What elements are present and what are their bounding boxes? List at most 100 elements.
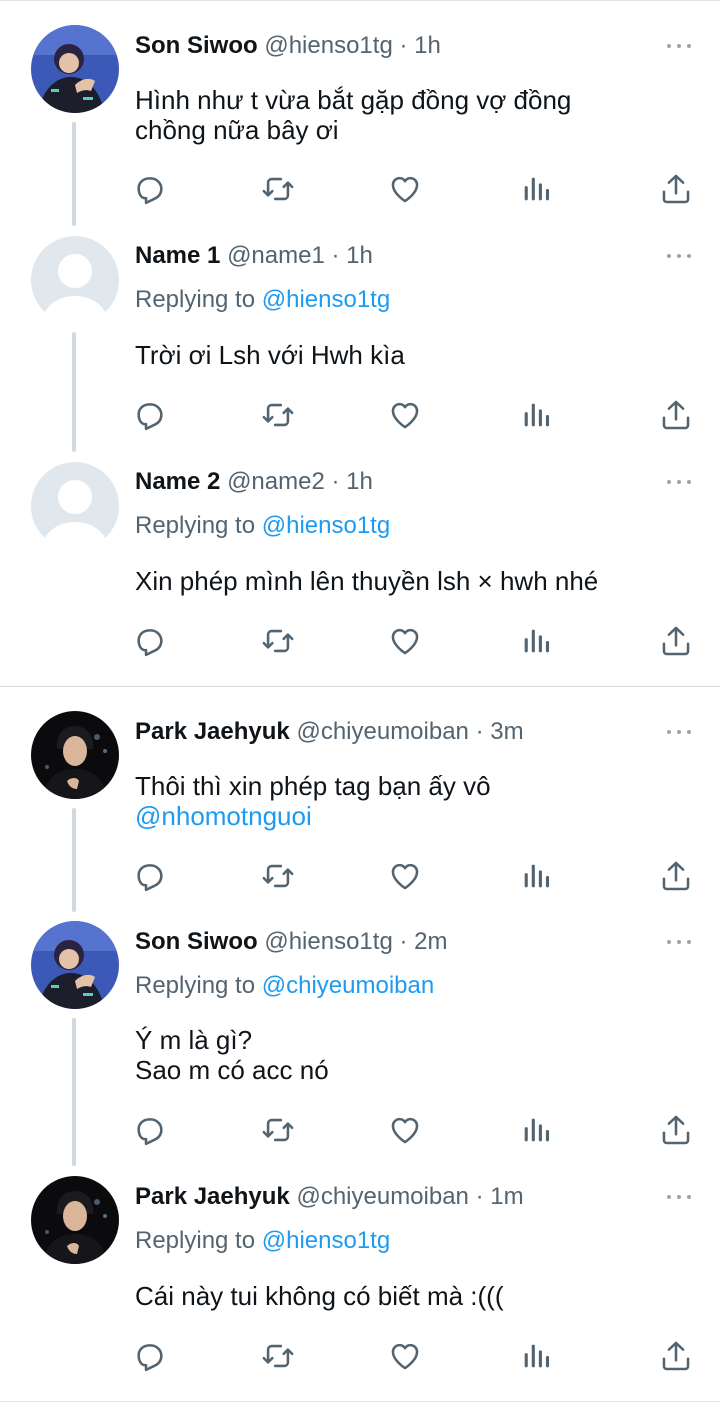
user-handle[interactable]: @name2 xyxy=(227,468,325,495)
display-name[interactable]: Name 1 xyxy=(135,242,220,269)
user-handle[interactable]: @hienso1tg xyxy=(264,928,392,955)
tweet-header: Son Siwoo @hienso1tg · 2m xyxy=(135,927,447,957)
more-icon[interactable] xyxy=(666,477,692,487)
avatar-image xyxy=(31,1176,119,1264)
tweet-text: Thôi thì xin phép tag bạn ấy vô @nhomotn… xyxy=(135,771,491,831)
user-handle[interactable]: @chiyeumoiban xyxy=(296,1183,468,1210)
more-icon[interactable] xyxy=(666,727,692,737)
user-handle[interactable]: @name1 xyxy=(227,242,325,269)
replying-to-handle[interactable]: @chiyeumoiban xyxy=(262,972,434,999)
replying-to: Replying to @chiyeumoiban xyxy=(135,971,434,1001)
replying-to-label: Replying to xyxy=(135,972,262,999)
tweet-header: Name 2 @name2 · 1h xyxy=(135,467,373,497)
share-icon[interactable] xyxy=(659,859,693,893)
share-icon[interactable] xyxy=(659,1113,693,1147)
reply-icon[interactable] xyxy=(133,398,167,432)
views-icon[interactable] xyxy=(519,859,553,893)
tweet-header: Park Jaehyuk @chiyeumoiban · 1m xyxy=(135,1182,524,1212)
display-name[interactable]: Park Jaehyuk xyxy=(135,1183,290,1210)
retweet-icon[interactable] xyxy=(261,1339,295,1373)
tweet-text: Ý m là gì? Sao m có acc nó xyxy=(135,1025,329,1085)
avatar[interactable] xyxy=(31,25,119,113)
display-name[interactable]: Name 2 xyxy=(135,468,220,495)
timestamp[interactable]: 2m xyxy=(414,928,447,955)
more-icon[interactable] xyxy=(666,251,692,261)
like-icon[interactable] xyxy=(388,624,422,658)
default-avatar-image xyxy=(31,236,119,324)
meta-separator: · xyxy=(468,718,491,745)
replying-to-label: Replying to xyxy=(135,1227,262,1254)
thread-connector-line xyxy=(72,332,76,452)
reply-icon[interactable] xyxy=(133,172,167,206)
timestamp[interactable]: 3m xyxy=(490,718,523,745)
replying-to-handle[interactable]: @hienso1tg xyxy=(262,1227,390,1254)
tweet-text-line: Cái này tui không có biết mà :((( xyxy=(135,1281,504,1311)
reply-icon[interactable] xyxy=(133,624,167,658)
like-icon[interactable] xyxy=(388,1113,422,1147)
meta-separator: · xyxy=(392,32,415,59)
tweet-text-line: Sao m có acc nó xyxy=(135,1055,329,1085)
tweet-header: Name 1 @name1 · 1h xyxy=(135,241,373,271)
display-name[interactable]: Son Siwoo xyxy=(135,32,258,59)
tweet-header: Son Siwoo @hienso1tg · 1h xyxy=(135,31,441,61)
views-icon[interactable] xyxy=(519,624,553,658)
thread-separator xyxy=(0,686,720,687)
timestamp[interactable]: 1h xyxy=(346,468,373,495)
retweet-icon[interactable] xyxy=(261,624,295,658)
share-icon[interactable] xyxy=(659,172,693,206)
more-icon[interactable] xyxy=(666,1192,692,1202)
share-icon[interactable] xyxy=(659,1339,693,1373)
display-name[interactable]: Son Siwoo xyxy=(135,928,258,955)
replying-to-label: Replying to xyxy=(135,286,262,313)
reply-icon[interactable] xyxy=(133,1113,167,1147)
avatar[interactable] xyxy=(31,711,119,799)
like-icon[interactable] xyxy=(388,859,422,893)
timestamp[interactable]: 1h xyxy=(414,32,441,59)
thread-connector-line xyxy=(72,808,76,912)
share-icon[interactable] xyxy=(659,398,693,432)
like-icon[interactable] xyxy=(388,1339,422,1373)
like-icon[interactable] xyxy=(388,172,422,206)
replying-to-handle[interactable]: @hienso1tg xyxy=(262,512,390,539)
views-icon[interactable] xyxy=(519,172,553,206)
tweet-header: Park Jaehyuk @chiyeumoiban · 3m xyxy=(135,717,524,747)
more-icon[interactable] xyxy=(666,41,692,51)
replying-to: Replying to @hienso1tg xyxy=(135,1226,390,1256)
retweet-icon[interactable] xyxy=(261,172,295,206)
user-handle[interactable]: @chiyeumoiban xyxy=(296,718,468,745)
user-handle[interactable]: @hienso1tg xyxy=(264,32,392,59)
meta-separator: · xyxy=(324,468,347,495)
display-name[interactable]: Park Jaehyuk xyxy=(135,718,290,745)
thread-connector-line xyxy=(72,1018,76,1166)
meta-separator: · xyxy=(392,928,415,955)
retweet-icon[interactable] xyxy=(261,398,295,432)
retweet-icon[interactable] xyxy=(261,859,295,893)
tweet-text-line: Thôi thì xin phép tag bạn ấy vô xyxy=(135,771,491,801)
views-icon[interactable] xyxy=(519,1339,553,1373)
more-icon[interactable] xyxy=(666,937,692,947)
tweet-text: Cái này tui không có biết mà :((( xyxy=(135,1281,504,1311)
default-avatar-image xyxy=(31,462,119,550)
timestamp[interactable]: 1h xyxy=(346,242,373,269)
timestamp[interactable]: 1m xyxy=(490,1183,523,1210)
tweet-text-line: Hình như t vừa bắt gặp đồng vợ đồng xyxy=(135,85,572,115)
replying-to-handle[interactable]: @hienso1tg xyxy=(262,286,390,313)
avatar-image xyxy=(31,25,119,113)
views-icon[interactable] xyxy=(519,1113,553,1147)
like-icon[interactable] xyxy=(388,398,422,432)
tweet-text: Trời ơi Lsh với Hwh kìa xyxy=(135,340,405,370)
bottom-divider xyxy=(0,1401,720,1402)
avatar[interactable] xyxy=(31,1176,119,1264)
avatar[interactable] xyxy=(31,462,119,550)
share-icon[interactable] xyxy=(659,624,693,658)
avatar[interactable] xyxy=(31,236,119,324)
retweet-icon[interactable] xyxy=(261,1113,295,1147)
avatar[interactable] xyxy=(31,921,119,1009)
reply-icon[interactable] xyxy=(133,859,167,893)
mention-link[interactable]: @nhomotnguoi xyxy=(135,801,491,831)
tweet-text: Hình như t vừa bắt gặp đồng vợ đồng chồn… xyxy=(135,85,571,145)
avatar-image xyxy=(31,711,119,799)
views-icon[interactable] xyxy=(519,398,553,432)
reply-icon[interactable] xyxy=(133,1339,167,1373)
replying-to-label: Replying to xyxy=(135,512,262,539)
